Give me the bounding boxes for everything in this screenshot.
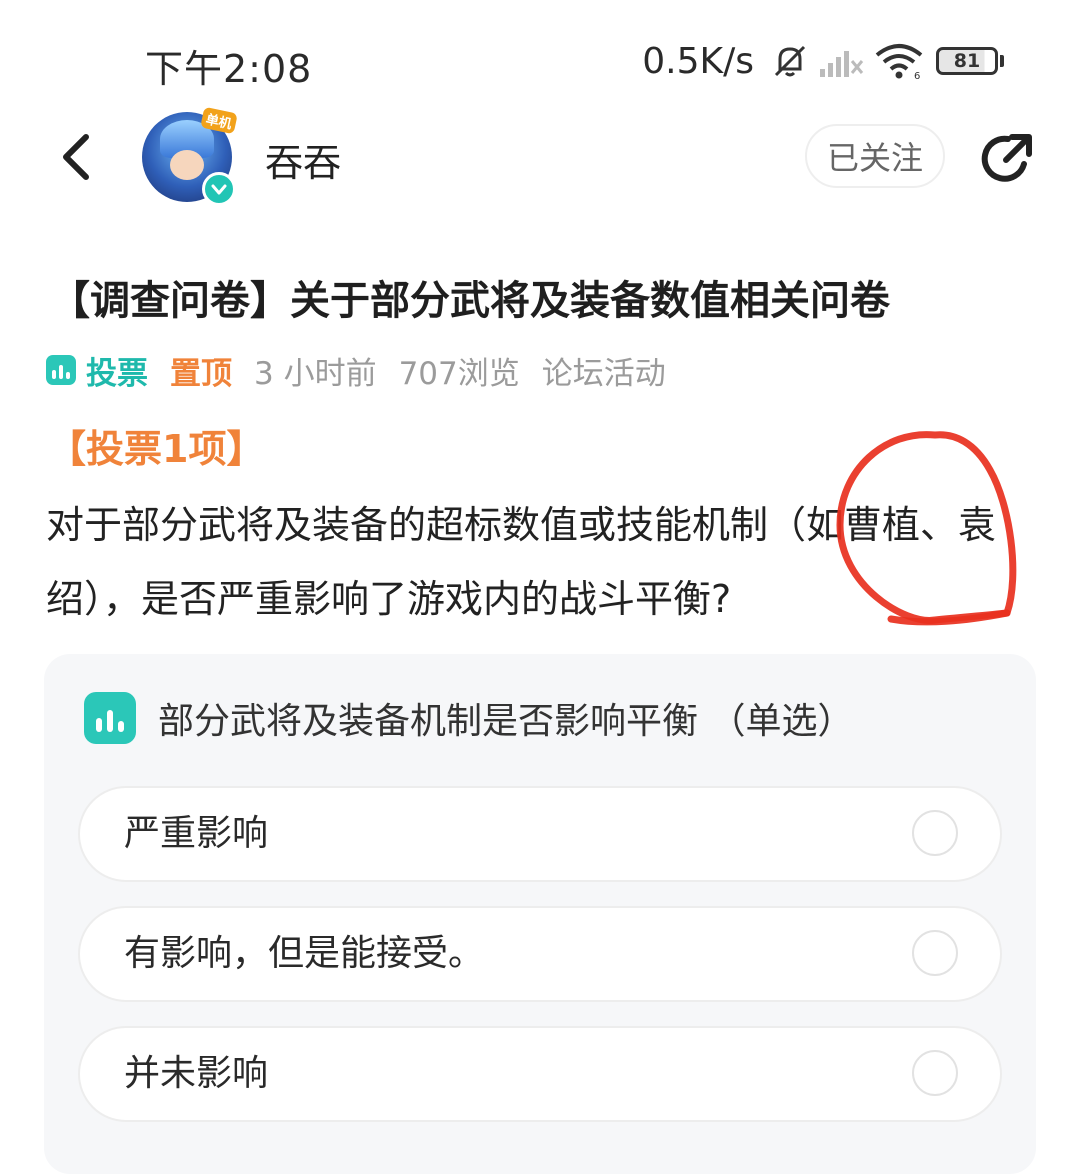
radio-button[interactable] [912, 810, 958, 856]
poll-card: 部分武将及装备机制是否影响平衡 （单选） 严重影响 有影响，但是能接受。 并未影… [44, 654, 1036, 1174]
poll-option[interactable]: 严重影响 [78, 786, 1002, 882]
poll-option-label: 并未影响 [124, 1053, 269, 1094]
poll-option-label: 严重影响 [124, 813, 269, 854]
vote-tag: 投票 [46, 348, 148, 393]
share-icon [981, 134, 1032, 182]
mute-bell-icon [770, 41, 810, 81]
poll-chart-icon [46, 355, 76, 385]
avatar-face [170, 150, 204, 180]
poll-option[interactable]: 并未影响 [78, 1026, 1002, 1122]
radio-button[interactable] [912, 930, 958, 976]
back-button[interactable] [50, 132, 100, 182]
author-name[interactable]: 吞吞 [265, 132, 341, 187]
wifi-icon: 6 [874, 41, 924, 81]
pinned-tag: 置顶 [170, 355, 232, 392]
author-avatar[interactable]: 单机 [142, 106, 238, 206]
post-header: 单机 吞吞 已关注 [0, 106, 1080, 206]
vote-tag-label: 投票 [86, 355, 148, 392]
battery-indicator: 81 [936, 47, 998, 75]
poll-option[interactable]: 有影响，但是能接受。 [78, 906, 1002, 1002]
follow-button[interactable]: 已关注 [805, 124, 945, 188]
status-time: 下午2:08 [145, 47, 313, 91]
status-right: 0.5K/s 6 81 [642, 38, 1004, 84]
status-bar: 下午2:08 0.5K/s 6 81 [0, 0, 1080, 120]
poll-option-label: 有影响，但是能接受。 [124, 933, 485, 974]
poll-question: 部分武将及装备机制是否影响平衡 （单选） [158, 701, 854, 742]
post-body: 对于部分武将及装备的超标数值或技能机制（如曹植、袁绍），是否严重影响了游戏内的战… [46, 503, 997, 621]
cellular-signal-icon [818, 43, 866, 79]
svg-text:6: 6 [914, 71, 920, 81]
chevron-left-icon [63, 134, 89, 180]
radio-button[interactable] [912, 1050, 958, 1096]
poll-chart-icon [84, 692, 136, 744]
view-count: 707浏览 [398, 355, 520, 392]
share-button[interactable] [976, 128, 1038, 190]
verified-badge-icon [202, 172, 236, 206]
poll-header: 部分武将及装备机制是否影响平衡 （单选） [84, 692, 853, 744]
network-speed: 0.5K/s [642, 40, 754, 82]
vote-count-heading: 【投票1项】 [48, 427, 265, 471]
post-meta: 投票 置顶 3 小时前 707浏览 论坛活动 [46, 348, 688, 392]
post-category[interactable]: 论坛活动 [542, 348, 666, 393]
post-title: 【调查问卷】关于部分武将及装备数值相关问卷 [50, 278, 890, 324]
battery-cap [1000, 55, 1004, 67]
post-time: 3 小时前 [254, 355, 377, 392]
